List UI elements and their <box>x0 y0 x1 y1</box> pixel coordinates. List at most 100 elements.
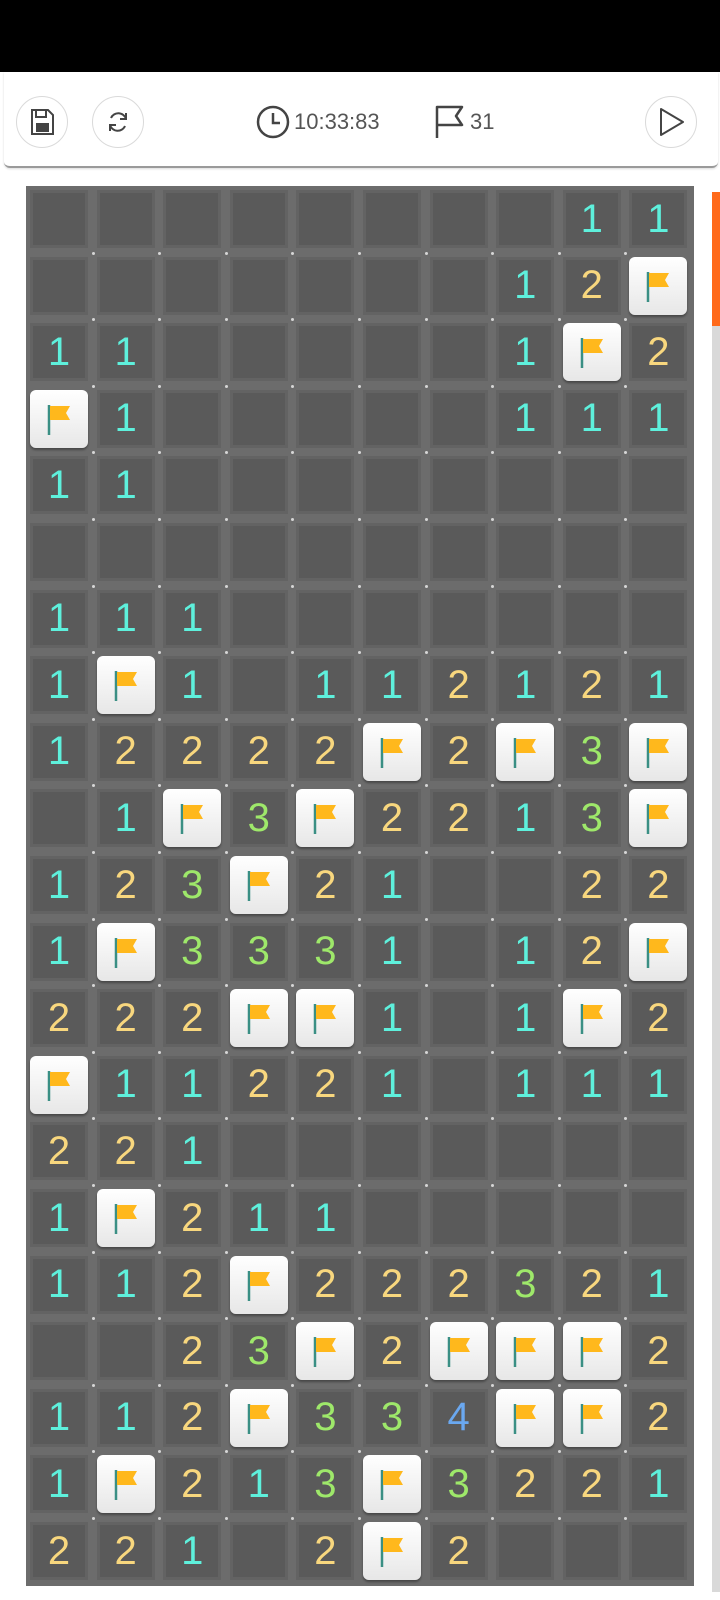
number-cell[interactable]: 2 <box>163 1388 222 1447</box>
empty-cell[interactable] <box>629 1189 688 1247</box>
number-cell[interactable]: 2 <box>163 1322 222 1381</box>
number-cell[interactable]: 2 <box>429 656 488 715</box>
flagged-cell[interactable] <box>296 989 355 1048</box>
number-cell[interactable]: 2 <box>629 1388 688 1447</box>
number-cell[interactable]: 1 <box>496 656 555 715</box>
empty-cell[interactable] <box>562 589 621 648</box>
number-cell[interactable]: 1 <box>163 656 222 715</box>
flagged-cell[interactable] <box>629 722 688 781</box>
number-cell[interactable]: 1 <box>30 722 88 781</box>
empty-cell[interactable] <box>163 256 222 315</box>
empty-cell[interactable] <box>429 856 488 914</box>
flagged-cell[interactable] <box>562 989 621 1048</box>
number-cell[interactable]: 1 <box>30 1189 88 1247</box>
flagged-cell[interactable] <box>562 1388 621 1447</box>
number-cell[interactable]: 2 <box>296 1255 355 1314</box>
number-cell[interactable]: 2 <box>30 989 88 1048</box>
number-cell[interactable]: 2 <box>96 989 155 1048</box>
empty-cell[interactable] <box>363 190 421 248</box>
play-button[interactable] <box>645 96 697 148</box>
number-cell[interactable]: 1 <box>363 656 421 715</box>
number-cell[interactable]: 3 <box>562 789 621 848</box>
number-cell[interactable]: 1 <box>363 922 421 981</box>
flagged-cell[interactable] <box>96 922 155 981</box>
number-cell[interactable]: 2 <box>96 856 155 914</box>
flagged-cell[interactable] <box>363 722 421 781</box>
number-cell[interactable]: 2 <box>629 856 688 914</box>
number-cell[interactable]: 1 <box>496 323 555 382</box>
flagged-cell[interactable] <box>496 1322 555 1381</box>
empty-cell[interactable] <box>429 323 488 382</box>
empty-cell[interactable] <box>363 589 421 648</box>
scrollbar-track[interactable] <box>712 192 720 1592</box>
number-cell[interactable]: 1 <box>496 256 555 315</box>
number-cell[interactable]: 1 <box>363 989 421 1048</box>
number-cell[interactable]: 1 <box>30 456 88 515</box>
number-cell[interactable]: 2 <box>30 1122 88 1181</box>
empty-cell[interactable] <box>229 323 288 382</box>
flagged-cell[interactable] <box>30 389 88 448</box>
flagged-cell[interactable] <box>429 1322 488 1381</box>
number-cell[interactable]: 1 <box>229 1189 288 1247</box>
number-cell[interactable]: 1 <box>30 323 88 382</box>
number-cell[interactable]: 1 <box>30 1255 88 1314</box>
flagged-cell[interactable] <box>296 789 355 848</box>
empty-cell[interactable] <box>429 523 488 581</box>
flagged-cell[interactable] <box>629 922 688 981</box>
number-cell[interactable]: 1 <box>363 1055 421 1114</box>
empty-cell[interactable] <box>296 323 355 382</box>
number-cell[interactable]: 2 <box>562 922 621 981</box>
number-cell[interactable]: 2 <box>562 1255 621 1314</box>
empty-cell[interactable] <box>562 523 621 581</box>
number-cell[interactable]: 2 <box>363 789 421 848</box>
flagged-cell[interactable] <box>229 989 288 1048</box>
number-cell[interactable]: 1 <box>30 656 88 715</box>
empty-cell[interactable] <box>429 456 488 515</box>
empty-cell[interactable] <box>363 389 421 448</box>
empty-cell[interactable] <box>30 1322 88 1381</box>
number-cell[interactable]: 1 <box>629 656 688 715</box>
number-cell[interactable]: 1 <box>629 1255 688 1314</box>
empty-cell[interactable] <box>562 1122 621 1181</box>
number-cell[interactable]: 2 <box>163 1255 222 1314</box>
flagged-cell[interactable] <box>96 1455 155 1514</box>
number-cell[interactable]: 1 <box>96 589 155 648</box>
number-cell[interactable]: 1 <box>30 922 88 981</box>
number-cell[interactable]: 2 <box>296 1522 355 1580</box>
number-cell[interactable]: 2 <box>562 1455 621 1514</box>
flagged-cell[interactable] <box>96 1189 155 1247</box>
flagged-cell[interactable] <box>562 323 621 382</box>
empty-cell[interactable] <box>629 456 688 515</box>
empty-cell[interactable] <box>163 456 222 515</box>
empty-cell[interactable] <box>429 389 488 448</box>
empty-cell[interactable] <box>163 523 222 581</box>
empty-cell[interactable] <box>229 256 288 315</box>
number-cell[interactable]: 3 <box>429 1455 488 1514</box>
number-cell[interactable]: 1 <box>363 856 421 914</box>
flagged-cell[interactable] <box>629 256 688 315</box>
number-cell[interactable]: 1 <box>629 190 688 248</box>
empty-cell[interactable] <box>296 523 355 581</box>
number-cell[interactable]: 1 <box>496 789 555 848</box>
empty-cell[interactable] <box>496 1522 555 1580</box>
empty-cell[interactable] <box>30 256 88 315</box>
number-cell[interactable]: 1 <box>496 1055 555 1114</box>
restart-button[interactable] <box>92 96 144 148</box>
empty-cell[interactable] <box>562 1189 621 1247</box>
number-cell[interactable]: 2 <box>562 656 621 715</box>
number-cell[interactable]: 2 <box>629 989 688 1048</box>
empty-cell[interactable] <box>363 256 421 315</box>
empty-cell[interactable] <box>296 389 355 448</box>
number-cell[interactable]: 1 <box>496 989 555 1048</box>
number-cell[interactable]: 2 <box>363 1322 421 1381</box>
empty-cell[interactable] <box>429 1122 488 1181</box>
number-cell[interactable]: 3 <box>363 1388 421 1447</box>
number-cell[interactable]: 2 <box>296 722 355 781</box>
number-cell[interactable]: 1 <box>30 1455 88 1514</box>
empty-cell[interactable] <box>363 1189 421 1247</box>
number-cell[interactable]: 1 <box>96 456 155 515</box>
flagged-cell[interactable] <box>629 789 688 848</box>
number-cell[interactable]: 2 <box>163 722 222 781</box>
number-cell[interactable]: 4 <box>429 1388 488 1447</box>
number-cell[interactable]: 3 <box>496 1255 555 1314</box>
